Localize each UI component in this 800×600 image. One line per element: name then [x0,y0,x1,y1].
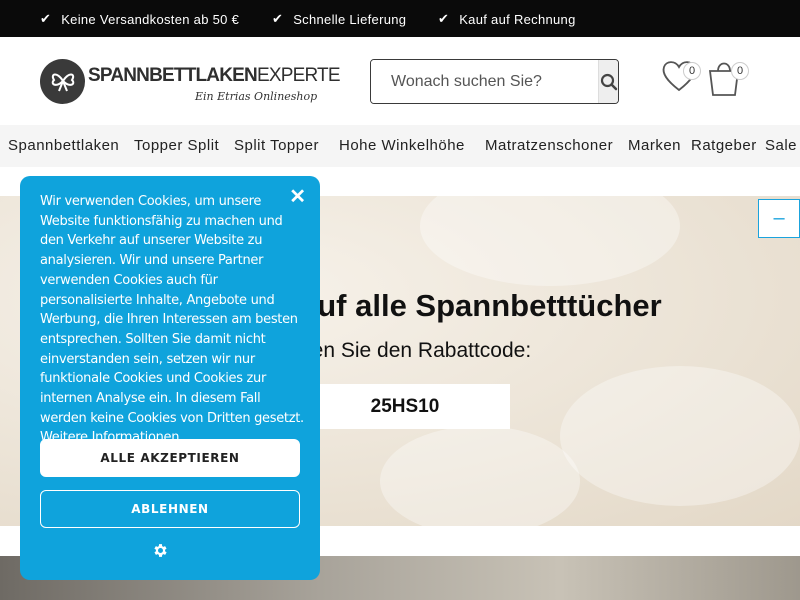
gear-icon[interactable] [152,542,169,562]
usp-label: Schnelle Lieferung [293,11,407,27]
accept-all-button[interactable]: ALLE AKZEPTIEREN [40,439,300,477]
search-input[interactable] [371,60,598,103]
site-logo[interactable]: SPANNBETTLAKENEXPERTE Ein Etrias Onlines… [40,56,341,106]
banner-title: auf alle Spannbetttücher [300,288,662,323]
usp-label: Keine Versandkosten ab 50 € [61,11,240,27]
usp-item: ✔ Kauf auf Rechnung [438,11,576,27]
banner-subtitle: den Sie den Rabattcode: [300,339,532,362]
decline-button[interactable]: ABLEHNEN [40,490,300,528]
search-bar [370,59,619,104]
wishlist-count-badge: 0 [683,62,701,80]
usp-label: Kauf auf Rechnung [459,11,576,27]
nav-item-ratgeber[interactable]: Ratgeber [691,137,757,154]
cart-button[interactable]: 0 [706,57,749,102]
cookie-consent-panel: ✕ Wir verwenden Cookies, um unsere Websi… [20,176,320,580]
check-icon: ✔ [40,11,52,26]
cookie-notice-text: Wir verwenden Cookies, um unsere Website… [40,194,304,446]
discount-code: 25HS10 [300,384,510,429]
nav-item-hohe-winkelhoehe[interactable]: Hohe Winkelhöhe [339,137,465,154]
nav-item-topper-split[interactable]: Topper Split [134,137,219,154]
check-icon: ✔ [272,11,284,26]
usp-item: ✔ Schnelle Lieferung [272,11,406,27]
banner-texture [560,366,800,506]
banner-texture [380,426,580,526]
nav-item-split-topper[interactable]: Split Topper [234,137,319,154]
banner-collapse-button[interactable]: – [758,199,800,238]
logo-wordmark: SPANNBETTLAKENEXPERTE [88,65,341,86]
cart-count-badge: 0 [731,62,749,80]
nav-item-marken[interactable]: Marken [628,137,681,154]
search-button[interactable] [598,60,618,103]
site-header: SPANNBETTLAKENEXPERTE Ein Etrias Onlines… [0,37,800,125]
main-navigation: Spannbettlaken Topper Split Split Topper… [0,125,800,167]
banner-texture [420,196,680,286]
nav-item-matratzenschoner[interactable]: Matratzenschoner [485,137,613,154]
nav-item-sale[interactable]: Sale [765,137,797,154]
search-icon [600,73,617,90]
logo-tagline: Ein Etrias Onlineshop [195,90,318,103]
usp-item: ✔ Keine Versandkosten ab 50 € [40,11,239,27]
usp-bar: ✔ Keine Versandkosten ab 50 € ✔ Schnelle… [0,0,800,37]
nav-item-spannbettlaken[interactable]: Spannbettlaken [8,137,119,154]
logo-emblem-icon [40,58,85,104]
check-icon: ✔ [438,11,450,26]
wishlist-button[interactable]: 0 [660,57,701,100]
